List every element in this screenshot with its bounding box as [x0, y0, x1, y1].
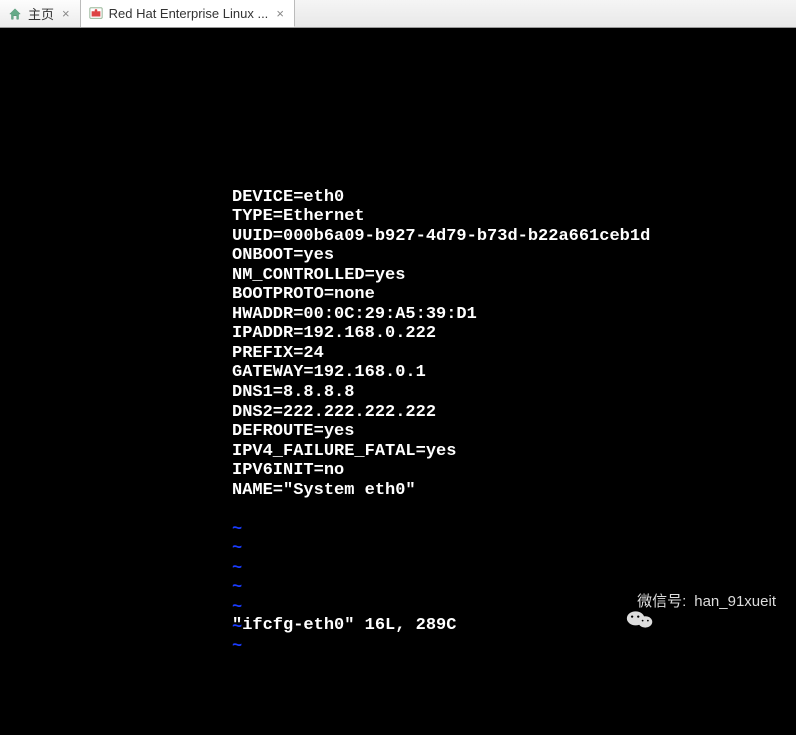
- home-icon: [8, 7, 22, 21]
- close-icon[interactable]: ×: [274, 6, 286, 21]
- watermark-prefix: 微信号:: [637, 593, 686, 610]
- vi-status-line: "ifcfg-eth0" 16L, 289C: [232, 616, 456, 636]
- close-icon[interactable]: ×: [60, 6, 72, 21]
- redhat-icon: [89, 6, 103, 20]
- config-content: DEVICE=eth0 TYPE=Ethernet UUID=000b6a09-…: [232, 188, 796, 501]
- terminal-view[interactable]: DEVICE=eth0 TYPE=Ethernet UUID=000b6a09-…: [0, 28, 796, 648]
- watermark: 微信号: han_91xueit: [601, 590, 776, 614]
- vi-tilde-lines: ~ ~ ~ ~ ~ ~ ~: [232, 520, 796, 657]
- wechat-icon: [601, 590, 629, 614]
- tab-home[interactable]: 主页 ×: [0, 0, 81, 27]
- watermark-handle: han_91xueit: [694, 593, 776, 610]
- tab-vm[interactable]: Red Hat Enterprise Linux ... ×: [81, 0, 295, 27]
- tab-vm-label: Red Hat Enterprise Linux ...: [109, 6, 269, 21]
- tab-bar: 主页 × Red Hat Enterprise Linux ... ×: [0, 0, 796, 28]
- tab-home-label: 主页: [28, 4, 54, 23]
